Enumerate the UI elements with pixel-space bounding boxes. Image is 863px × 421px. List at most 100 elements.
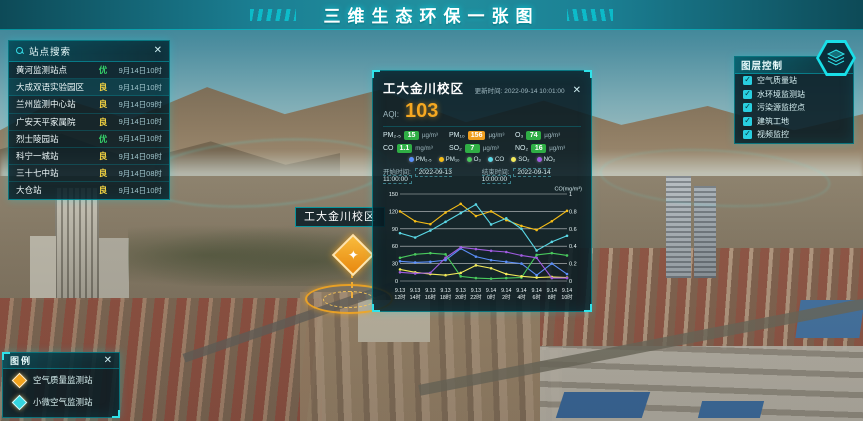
station-time: 9月14日08时 — [112, 168, 162, 179]
station-row[interactable]: 烈士陵园站 优 9月14日10时 — [9, 131, 169, 148]
corner-accent — [2, 352, 10, 360]
layer-toggle-pollution[interactable]: 污染源监控点 — [735, 101, 853, 115]
station-time: 9月14日09时 — [112, 99, 162, 110]
svg-text:9.14: 9.14 — [547, 288, 557, 294]
station-row[interactable]: 兰州监测中心站 良 9月14日09时 — [9, 96, 169, 113]
layer-label: 水环境监测站 — [757, 89, 805, 100]
layers-hexagon-button[interactable] — [816, 40, 856, 76]
pollutant-value-badge: 74 — [526, 131, 541, 140]
svg-text:9.14: 9.14 — [562, 288, 572, 294]
legend-dot — [409, 157, 414, 162]
svg-text:30: 30 — [392, 262, 398, 268]
station-name: 大成双语实验园区 — [16, 81, 94, 93]
checkbox-checked-icon[interactable] — [743, 76, 752, 85]
corner-accent — [372, 304, 380, 312]
station-row[interactable]: 科宁一城站 良 9月14日09时 — [9, 148, 169, 165]
svg-text:9.14: 9.14 — [501, 288, 511, 294]
time-range-row: 开始时间: 2022-09-13 11:00:00 结束时间: 2022-09-… — [383, 166, 581, 183]
legend-entry-label: 小微空气监测站 — [33, 396, 93, 408]
close-icon[interactable]: ✕ — [154, 46, 162, 56]
legend-entry: 空气质量监测站 — [3, 369, 119, 391]
layer-label: 视频监控 — [757, 129, 789, 140]
station-detail-popup: 工大金川校区 更新时间: 2022-09-14 10:01:00 ✕ AQI: … — [372, 70, 592, 312]
search-icon — [16, 47, 24, 55]
legend-panel-title: 图例 — [10, 354, 104, 367]
layer-toggle-construction[interactable]: 建筑工地 — [735, 115, 853, 129]
svg-text:60: 60 — [392, 244, 398, 250]
close-icon[interactable]: ✕ — [573, 86, 581, 96]
corner-accent — [372, 70, 380, 78]
svg-text:9.13: 9.13 — [440, 288, 450, 294]
layer-toggle-video[interactable]: 视频监控 — [735, 128, 853, 142]
legend-label: SO₂ — [518, 156, 529, 163]
pollutant-value-badge: 7 — [465, 144, 480, 153]
close-icon[interactable]: ✕ — [104, 356, 112, 366]
popup-header: 工大金川校区 更新时间: 2022-09-14 10:01:00 ✕ — [383, 78, 581, 97]
legend-dot — [439, 157, 444, 162]
legend-item[interactable]: PM₁₀ — [439, 156, 460, 163]
svg-text:8时: 8时 — [548, 293, 557, 301]
svg-text:4时: 4时 — [517, 293, 526, 301]
corner-accent — [584, 70, 592, 78]
legend-item[interactable]: O₃ — [467, 156, 481, 163]
popup-update-time: 更新时间: 2022-09-14 10:01:00 — [464, 85, 565, 95]
station-row[interactable]: 大仓站 良 9月14日10时 — [9, 182, 169, 199]
update-time-value: 2022-09-14 10:01:00 — [504, 88, 564, 95]
legend-item[interactable]: SO₂ — [511, 156, 529, 163]
station-row[interactable]: 黄河监测站点 优 9月14日10时 — [9, 62, 169, 79]
svg-text:0时: 0时 — [487, 293, 496, 301]
corner-accent — [584, 304, 592, 312]
svg-text:9.13: 9.13 — [410, 288, 420, 294]
legend-item[interactable]: CO — [488, 156, 504, 163]
checkbox-checked-icon[interactable] — [743, 117, 752, 126]
svg-text:150: 150 — [389, 192, 398, 198]
update-time-label: 更新时间: — [475, 88, 503, 95]
pollutant-grid: PM₂.₅ 15 µg/m³ PM₁₀ 156 µg/m³ O₃ 74 µg/m… — [383, 131, 581, 153]
svg-text:9.14: 9.14 — [486, 288, 496, 294]
pollutant-name: PM₁₀ — [449, 132, 465, 139]
svg-text:0.6: 0.6 — [569, 227, 577, 233]
svg-text:9.13: 9.13 — [471, 288, 481, 294]
pollutant-unit: µg/m³ — [544, 132, 560, 139]
page-title: 三维生态环保一张图 — [324, 2, 540, 27]
pollutant-name: NO₂ — [515, 145, 528, 152]
station-panel-header: 站点搜索 ✕ — [9, 41, 169, 62]
svg-text:20时: 20时 — [455, 293, 467, 301]
station-name: 兰州监测中心站 — [16, 98, 94, 110]
legend-item[interactable]: PM₂.₅ — [409, 156, 432, 163]
svg-text:120: 120 — [389, 209, 398, 215]
svg-text:0: 0 — [395, 279, 398, 285]
station-row-selected[interactable]: 大成双语实验园区 良 9月14日10时 — [9, 79, 169, 96]
corner-accent — [112, 410, 120, 418]
pollutant-value-badge: 15 — [404, 131, 419, 140]
station-name: 科宁一城站 — [16, 150, 94, 162]
legend-dot — [511, 157, 516, 162]
layer-toggle-air[interactable]: 空气质量站 — [735, 74, 853, 88]
station-aqi-level: 优 — [94, 133, 112, 145]
header-accent-right — [567, 9, 613, 21]
pollutant-cell: CO 1.1 mg/m³ — [383, 144, 449, 153]
station-aqi-level: 良 — [94, 167, 112, 179]
marker-ring-inner — [323, 291, 375, 308]
checkbox-checked-icon[interactable] — [743, 103, 752, 112]
station-row[interactable]: 广安天平家属院 良 9月14日10时 — [9, 114, 169, 131]
svg-text:9.13: 9.13 — [425, 288, 435, 294]
legend-label: NO₂ — [544, 156, 556, 163]
pollutant-cell: NO₂ 16 µg/m³ — [515, 144, 581, 153]
svg-text:CO(mg/m³): CO(mg/m³) — [555, 187, 583, 193]
legend-label: PM₁₀ — [446, 156, 460, 163]
svg-text:9.14: 9.14 — [516, 288, 526, 294]
pollutant-name: O₃ — [515, 132, 523, 139]
pollutant-cell: PM₁₀ 156 µg/m³ — [449, 131, 515, 140]
checkbox-checked-icon[interactable] — [743, 90, 752, 99]
station-name: 三十七中站 — [16, 167, 94, 179]
legend-item[interactable]: NO₂ — [537, 156, 556, 163]
aqi-readout: AQI: 103 — [383, 100, 581, 127]
pollutant-name: SO₂ — [449, 145, 462, 152]
svg-text:18时: 18时 — [440, 293, 452, 301]
pollutant-value-badge: 1.1 — [397, 144, 413, 153]
pollutant-value-badge: 156 — [468, 131, 486, 140]
layer-toggle-water[interactable]: 水环境监测站 — [735, 88, 853, 102]
station-row[interactable]: 三十七中站 良 9月14日08时 — [9, 165, 169, 182]
checkbox-checked-icon[interactable] — [743, 130, 752, 139]
